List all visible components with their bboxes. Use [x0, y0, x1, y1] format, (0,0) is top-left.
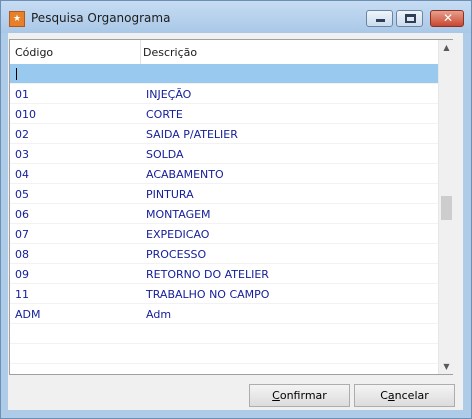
close-button[interactable]: ✕: [430, 10, 464, 27]
confirm-label: onfirmar: [279, 389, 327, 402]
cancel-label-pre: C: [380, 389, 388, 402]
cell-codigo: 03: [15, 148, 29, 161]
cancel-button[interactable]: Cancelar: [354, 384, 455, 407]
cell-descricao: PROCESSO: [146, 248, 207, 261]
column-header-codigo[interactable]: Código: [15, 46, 53, 59]
minimize-button[interactable]: [366, 10, 393, 27]
cell-codigo: 04: [15, 168, 29, 181]
grid-rows: 01 INJEÇÃO 010 CORTE 02 SAIDA P/ATELIER 03 SOLD…: [10, 64, 438, 364]
cell-descricao: SAIDA P/ATELIER: [146, 128, 238, 141]
table-row[interactable]: 04 ACABAMENTO: [10, 164, 438, 184]
table-row[interactable]: 05 PINTURA: [10, 184, 438, 204]
cell-codigo: 11: [15, 288, 29, 301]
confirm-button[interactable]: Confirmar: [249, 384, 350, 407]
table-row[interactable]: 11 TRABALHO NO CAMPO: [10, 284, 438, 304]
window-title: Pesquisa Organograma: [31, 11, 171, 25]
cell-descricao: TRABALHO NO CAMPO: [146, 288, 270, 301]
cell-descricao: CORTE: [146, 108, 183, 121]
cell-codigo: 09: [15, 268, 29, 281]
minimize-icon: [376, 19, 385, 22]
column-separator[interactable]: [140, 40, 141, 64]
cell-descricao: Adm: [146, 308, 172, 321]
table-row[interactable]: 01 INJEÇÃO: [10, 84, 438, 104]
app-logo-icon: ★: [9, 11, 25, 27]
cell-codigo: 01: [15, 88, 29, 101]
table-row[interactable]: 09 RETORNO DO ATELIER: [10, 264, 438, 284]
scroll-up-arrow-icon[interactable]: ▲: [439, 40, 454, 55]
dialog-window: ★ Pesquisa Organograma ✕ Código Descriçã…: [0, 0, 472, 419]
cell-codigo: ADM: [15, 308, 41, 321]
table-row[interactable]: 06 MONTAGEM: [10, 204, 438, 224]
table-row[interactable]: 07 EXPEDICAO: [10, 224, 438, 244]
maximize-icon: [405, 14, 416, 23]
cancel-label-rest: ncelar: [394, 389, 429, 402]
cell-descricao: INJEÇÃO: [146, 88, 192, 101]
organogram-grid[interactable]: Código Descrição 01 INJEÇÃO 010 CORTE 02 SAID…: [9, 39, 454, 375]
table-row[interactable]: 02 SAIDA P/ATELIER: [10, 124, 438, 144]
grid-header: Código Descrição: [10, 40, 438, 65]
close-icon: ✕: [442, 11, 454, 25]
cell-codigo: 02: [15, 128, 29, 141]
scroll-down-arrow-icon[interactable]: ▼: [439, 359, 454, 374]
table-row[interactable]: [10, 324, 438, 344]
cancel-mnemonic: a: [387, 389, 395, 402]
cell-descricao: EXPEDICAO: [146, 228, 210, 241]
cell-codigo: 07: [15, 228, 29, 241]
table-row[interactable]: 08 PROCESSO: [10, 244, 438, 264]
title-bar[interactable]: ★ Pesquisa Organograma ✕: [1, 1, 471, 33]
cell-descricao: MONTAGEM: [146, 208, 211, 221]
table-row[interactable]: 010 CORTE: [10, 104, 438, 124]
edit-caret: [16, 68, 17, 80]
cell-descricao: RETORNO DO ATELIER: [146, 268, 269, 281]
cell-descricao: ACABAMENTO: [146, 168, 224, 181]
scroll-thumb[interactable]: [441, 196, 452, 220]
confirm-mnemonic: C: [272, 389, 280, 402]
cell-descricao: PINTURA: [146, 188, 194, 201]
table-row[interactable]: [10, 64, 438, 84]
cell-codigo: 06: [15, 208, 29, 221]
table-row[interactable]: 03 SOLDA: [10, 144, 438, 164]
table-row[interactable]: ADM Adm: [10, 304, 438, 324]
cell-descricao: SOLDA: [146, 148, 184, 161]
maximize-button[interactable]: [396, 10, 423, 27]
cell-codigo: 05: [15, 188, 29, 201]
vertical-scrollbar[interactable]: ▲ ▼: [438, 40, 454, 374]
column-header-descricao[interactable]: Descrição: [143, 46, 197, 59]
cell-codigo: 08: [15, 248, 29, 261]
table-row[interactable]: [10, 344, 438, 364]
cell-codigo: 010: [15, 108, 36, 121]
